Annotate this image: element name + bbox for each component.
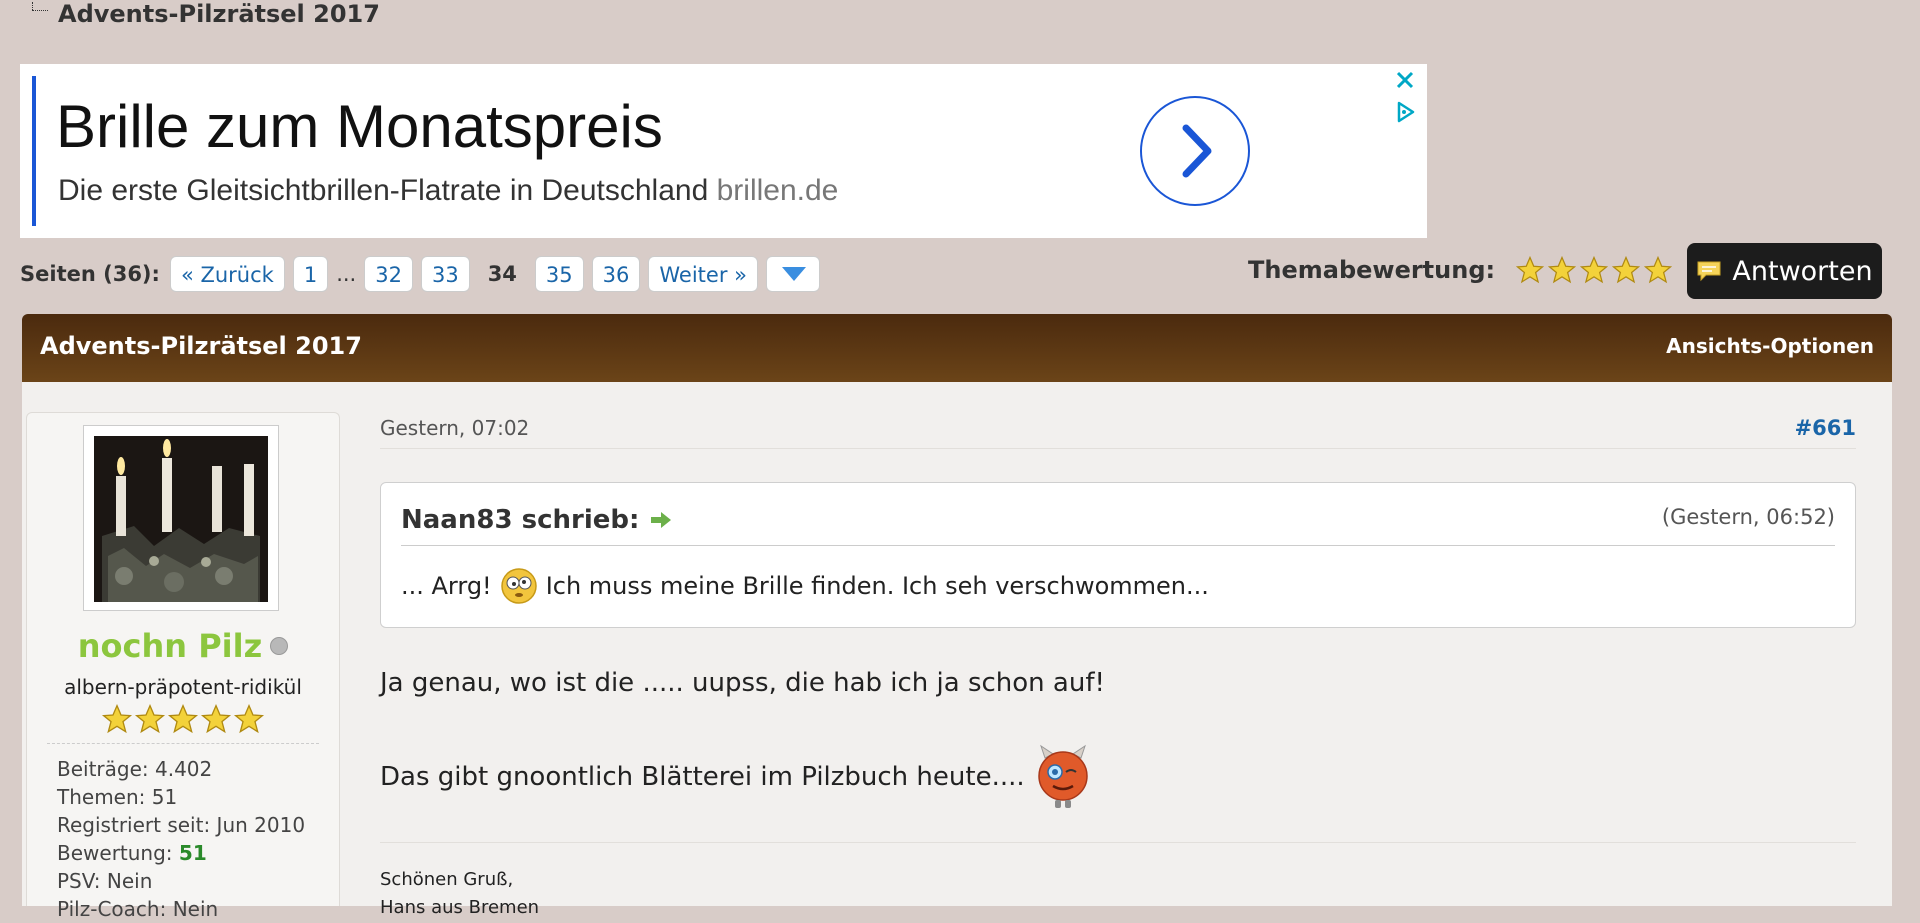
stat-threads: Themen: 51 [57,785,178,809]
quote-text: ... Arrg! Ich muss meine Brille finden. … [401,567,1209,605]
post-number-link[interactable]: #661 [1795,416,1856,440]
ad-headline[interactable]: Brille zum Monatspreis [56,92,663,161]
page-36-button[interactable]: 36 [591,256,641,292]
view-options-link[interactable]: Ansichts-Optionen [1666,334,1874,358]
pages-label: Seiten (36): [20,262,160,286]
stat-reputation: Bewertung: 51 [57,841,207,865]
star-icon [167,703,199,734]
star-icon[interactable] [1579,255,1609,285]
star-icon [134,703,166,734]
ad-domain: brillen.de [716,174,839,207]
user-title: albern-präpotent-ridikül [64,675,302,699]
post-text-line: Ja genau, wo ist die ..... uupss, die ha… [380,668,1105,698]
page-current: 34 [487,262,517,286]
stat-registered: Registriert seit: Jun 2010 [57,813,306,837]
speech-bubble-icon [1697,261,1721,282]
stat-extra: Pilz-Coach: Nein [57,897,219,921]
page-32-button[interactable]: 32 [364,256,413,292]
star-icon[interactable] [1643,255,1673,285]
ad-cta-button[interactable] [1140,96,1250,206]
user-stats: Beiträge: 4.402 Themen: 51 Registriert s… [57,755,305,923]
signature-divider [380,842,1856,843]
page-35-button[interactable]: 35 [534,256,584,292]
breadcrumb: Advents-Pilzrätsel 2017 [28,0,380,28]
close-icon [1396,71,1414,89]
post-text-line: Das gibt gnoontlich Blätterei im Pilzbuc… [380,744,1091,810]
page-1-button[interactable]: 1 [292,256,329,292]
quote-block: Naan83 schrieb: (Gestern, 06:52) ... Arr… [380,482,1856,628]
ad-accent-bar [32,76,36,226]
user-panel: nochn Pilz albern-präpotent-ridikül Beit… [26,412,340,921]
reply-button[interactable]: Antworten [1687,243,1882,299]
quote-author: Naan83 schrieb: [401,505,673,535]
user-divider [47,743,319,744]
stat-psv: PSV: Nein [57,869,153,893]
ad-choices-button[interactable] [1393,100,1417,124]
rating-label: Themabewertung: [1248,256,1496,284]
dizzy-smiley-icon [500,568,537,604]
star-icon[interactable] [1547,255,1577,285]
page-jump-dropdown[interactable] [766,256,820,292]
triangle-down-icon [782,267,806,281]
quote-time: (Gestern, 06:52) [1661,505,1835,529]
post-divider [380,448,1856,449]
page-ellipsis: ... [336,262,357,286]
tree-branch-icon [28,2,50,16]
page-prev-button[interactable]: « Zurück [169,256,285,292]
quote-divider [401,545,1835,546]
rating-stars[interactable] [1515,255,1673,285]
star-icon [200,703,232,734]
offline-status-icon [270,637,289,655]
username-text: nochn Pilz [77,627,263,665]
chevron-right-icon [1182,124,1212,178]
advertisement[interactable]: Brille zum Monatspreis Die erste Gleitsi… [20,64,1427,238]
star-icon[interactable] [1611,255,1641,285]
breadcrumb-title[interactable]: Advents-Pilzrätsel 2017 [58,0,380,28]
username[interactable]: nochn Pilz [27,627,339,665]
star-icon[interactable] [1515,255,1545,285]
post-date: Gestern, 07:02 [380,416,530,440]
thread-rating: Themabewertung: [1248,250,1673,290]
avatar[interactable] [83,425,279,611]
signature: Schönen Gruß, Hans aus Bremen [380,869,540,918]
ad-close-button[interactable] [1393,68,1417,92]
post-container: nochn Pilz albern-präpotent-ridikül Beit… [22,382,1892,921]
adchoices-icon [1397,101,1415,123]
stat-posts: Beiträge: 4.402 [57,757,213,781]
reply-label: Antworten [1732,255,1873,287]
ad-subline-text: Die erste Gleitsichtbrillen-Flatrate in … [58,174,709,207]
thread-title: Advents-Pilzrätsel 2017 [40,332,362,360]
page-33-button[interactable]: 33 [420,256,470,292]
reputation-link[interactable]: 51 [179,841,207,865]
pagination: Seiten (36): « Zurück 1 ... 32 33 34 35 … [20,254,820,294]
thread-header: Advents-Pilzrätsel 2017 Ansichts-Optione… [22,314,1892,382]
star-icon [233,703,265,734]
arrow-right-icon[interactable] [649,511,673,529]
avatar-image [94,436,268,602]
page-next-button[interactable]: Weiter » [648,256,758,292]
devil-smiley-icon [1037,744,1088,808]
quote-author-text: Naan83 schrieb: [401,505,640,535]
star-icon [101,703,133,734]
user-rank-stars [27,703,339,735]
ad-subline[interactable]: Die erste Gleitsichtbrillen-Flatrate in … [58,174,838,208]
